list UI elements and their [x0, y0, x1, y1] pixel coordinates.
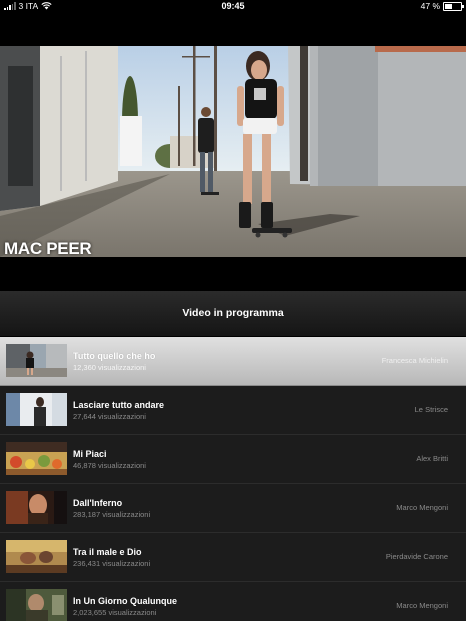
battery-percent: 47 % — [420, 1, 440, 11]
row-artist: Marco Mengoni — [396, 601, 448, 610]
row-artist: Pierdavide Carone — [385, 552, 448, 561]
row-title: Lasciare tutto andare — [73, 400, 165, 410]
battery-icon — [443, 1, 464, 11]
artist-overlay: MAC PEER — [4, 239, 92, 257]
video-frame — [0, 46, 466, 257]
row-views: 283,187 visualizzazioni — [73, 510, 151, 519]
row-views: 27,644 visualizzazioni — [73, 412, 146, 421]
playlist-panel: Video in programma Tutto quello che ho 1… — [0, 291, 466, 621]
playlist-rows: Tutto quello che ho 12,360 visualizzazio… — [0, 337, 466, 621]
video-thumbnail — [6, 344, 67, 377]
playlist-row[interactable]: Tutto quello che ho 12,360 visualizzazio… — [0, 337, 466, 386]
row-title: Tutto quello che ho — [73, 351, 156, 361]
row-views: 2,023,655 visualizzazioni — [73, 608, 157, 617]
status-time: 09:45 — [221, 1, 245, 11]
row-title: In Un Giorno Qualunque — [73, 596, 177, 606]
video-thumbnail — [6, 491, 67, 524]
row-artist: Marco Mengoni — [396, 503, 448, 512]
row-views: 236,431 visualizzazioni — [73, 559, 151, 568]
playlist-row[interactable]: Tra il male e Dio 236,431 visualizzazion… — [0, 533, 466, 582]
playlist-row[interactable]: Mi Piaci 46,878 visualizzazioni Alex Bri… — [0, 435, 466, 484]
playlist-row[interactable]: Dall'Inferno 283,187 visualizzazioni Mar… — [0, 484, 466, 533]
row-artist: Le Strisce — [414, 405, 448, 414]
row-title: Dall'Inferno — [73, 498, 123, 508]
video-thumbnail — [6, 442, 67, 475]
row-title: Mi Piaci — [73, 449, 107, 459]
video-thumbnail — [6, 540, 67, 573]
row-views: 46,878 visualizzazioni — [73, 461, 146, 470]
row-views: 12,360 visualizzazioni — [73, 363, 146, 372]
row-title: Tra il male e Dio — [73, 547, 142, 557]
video-thumbnail — [6, 393, 67, 426]
status-bar: 3 ITA 09:45 47 % — [0, 0, 466, 14]
row-artist: Francesca Michielin — [381, 356, 448, 365]
status-right: 47 % — [420, 1, 464, 11]
app-screen: 3 ITA 09:45 47 % MAC PEER Video in progr… — [0, 0, 466, 621]
video-player[interactable]: MAC PEER — [0, 46, 466, 257]
row-artist: Alex Britti — [416, 454, 448, 463]
playlist-row[interactable]: In Un Giorno Qualunque 2,023,655 visuali… — [0, 582, 466, 621]
playlist-row[interactable]: Lasciare tutto andare 27,644 visualizzaz… — [0, 386, 466, 435]
playlist-header: Video in programma — [0, 291, 466, 337]
video-thumbnail — [6, 589, 67, 621]
